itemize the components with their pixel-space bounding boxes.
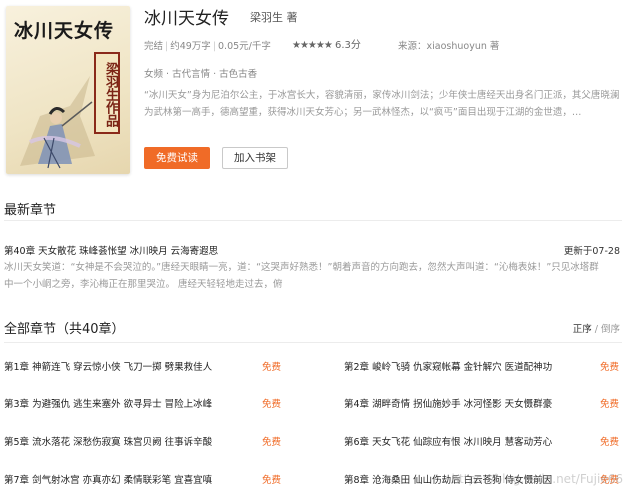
chapter-link[interactable]: 第2章 峻岭飞骑 仇家窥帐幕 金针解穴 医道配神功 [344, 359, 552, 373]
free-badge: 免费 [600, 437, 620, 448]
tag[interactable]: 女频 [144, 69, 163, 80]
free-badge: 免费 [262, 362, 282, 373]
chapter-link[interactable]: 第5章 流水落花 深愁伤寂寞 珠宫贝阙 往事诉辛酸 [4, 434, 212, 448]
add-to-shelf-button[interactable]: 加入书架 [222, 147, 288, 169]
book-author[interactable]: 梁羽生 著 [250, 9, 298, 25]
read-free-button[interactable]: 免费试读 [144, 147, 210, 169]
free-badge: 免费 [600, 399, 620, 410]
chapter-link[interactable]: 第4章 湖畔奇情 拐仙施妙手 冰河怪影 天女慑群豪 [344, 396, 552, 410]
divider [4, 342, 622, 343]
divider [4, 220, 622, 221]
free-badge: 免费 [262, 475, 282, 486]
star-icon: ★★★★★ [292, 40, 333, 51]
sort-separator: / [591, 324, 601, 335]
rating-score: 6.3分 [335, 40, 361, 51]
sort-descending[interactable]: 倒序 [601, 324, 620, 335]
cover-illustration [20, 76, 95, 169]
chapter-link[interactable]: 第1章 神箭连飞 穿云惊小侠 飞刀一掷 劈果救佳人 [4, 359, 212, 373]
book-status: 完结 [144, 41, 164, 52]
latest-chapter-excerpt: 冰川天女笑道：“女神是不会哭泣的。”唐经天眼睛一亮，道：“这哭声好熟悉！”朝着声… [4, 262, 599, 290]
watermark: https://blog.csdn.net/Fujie66 [451, 472, 623, 486]
chapter-link[interactable]: 第3章 为避强仇 逃生来塞外 欲寻异士 冒险上冰峰 [4, 396, 212, 410]
tag[interactable]: 古代言情 [172, 69, 210, 80]
tag-separator: · [210, 69, 220, 80]
free-badge: 免费 [262, 437, 282, 448]
rating: ★★★★★ 6.3分 [292, 36, 361, 51]
cover-title: 冰川天女传 [14, 20, 115, 42]
latest-update-time: 更新于07-28 [563, 246, 620, 257]
all-chapters-title: 全部章节（共40章） [4, 322, 125, 337]
meta-separator: | [212, 41, 217, 52]
tag[interactable]: 古色古香 [219, 69, 257, 80]
chapter-link[interactable]: 第6章 天女飞花 仙踪应有恨 冰川映月 慧客动芳心 [344, 434, 552, 448]
sort-toggle: 正序 / 倒序 [573, 321, 620, 335]
book-meta: 完结 | 约49万字 | 0.05元/千字 [144, 38, 271, 52]
chapter-link[interactable]: 第7章 剑气射冰宫 亦真亦幻 柔情联彩笔 宜喜宜嗔 [4, 472, 212, 486]
free-badge: 免费 [262, 399, 282, 410]
free-badge: 免费 [600, 362, 620, 373]
book-source: 来源：xiaoshuoyun 著 [398, 41, 500, 52]
word-count: 约49万字 [170, 41, 211, 52]
price: 0.05元/千字 [218, 41, 271, 52]
latest-section-title: 最新章节 [4, 203, 57, 218]
book-cover[interactable]: 冰川天女传 梁羽生作品 [6, 6, 130, 174]
cover-author-stamp: 梁羽生作品 [94, 52, 120, 134]
sort-ascending[interactable]: 正序 [573, 324, 592, 335]
book-tags: 女频 · 古代言情 · 古色古香 [144, 66, 257, 80]
latest-chapter-link[interactable]: 第40章 天女散花 珠峰荟怅望 冰川映月 云海寄遐思 [4, 243, 218, 257]
book-title: 冰川天女传 [144, 9, 229, 29]
tag-separator: · [163, 69, 173, 80]
meta-separator: | [165, 41, 169, 52]
book-description: “冰川天女”身为尼泊尔公主，于冰宫长大，容貌清丽，家传冰川剑法；少年侠士唐经天出… [144, 90, 620, 118]
